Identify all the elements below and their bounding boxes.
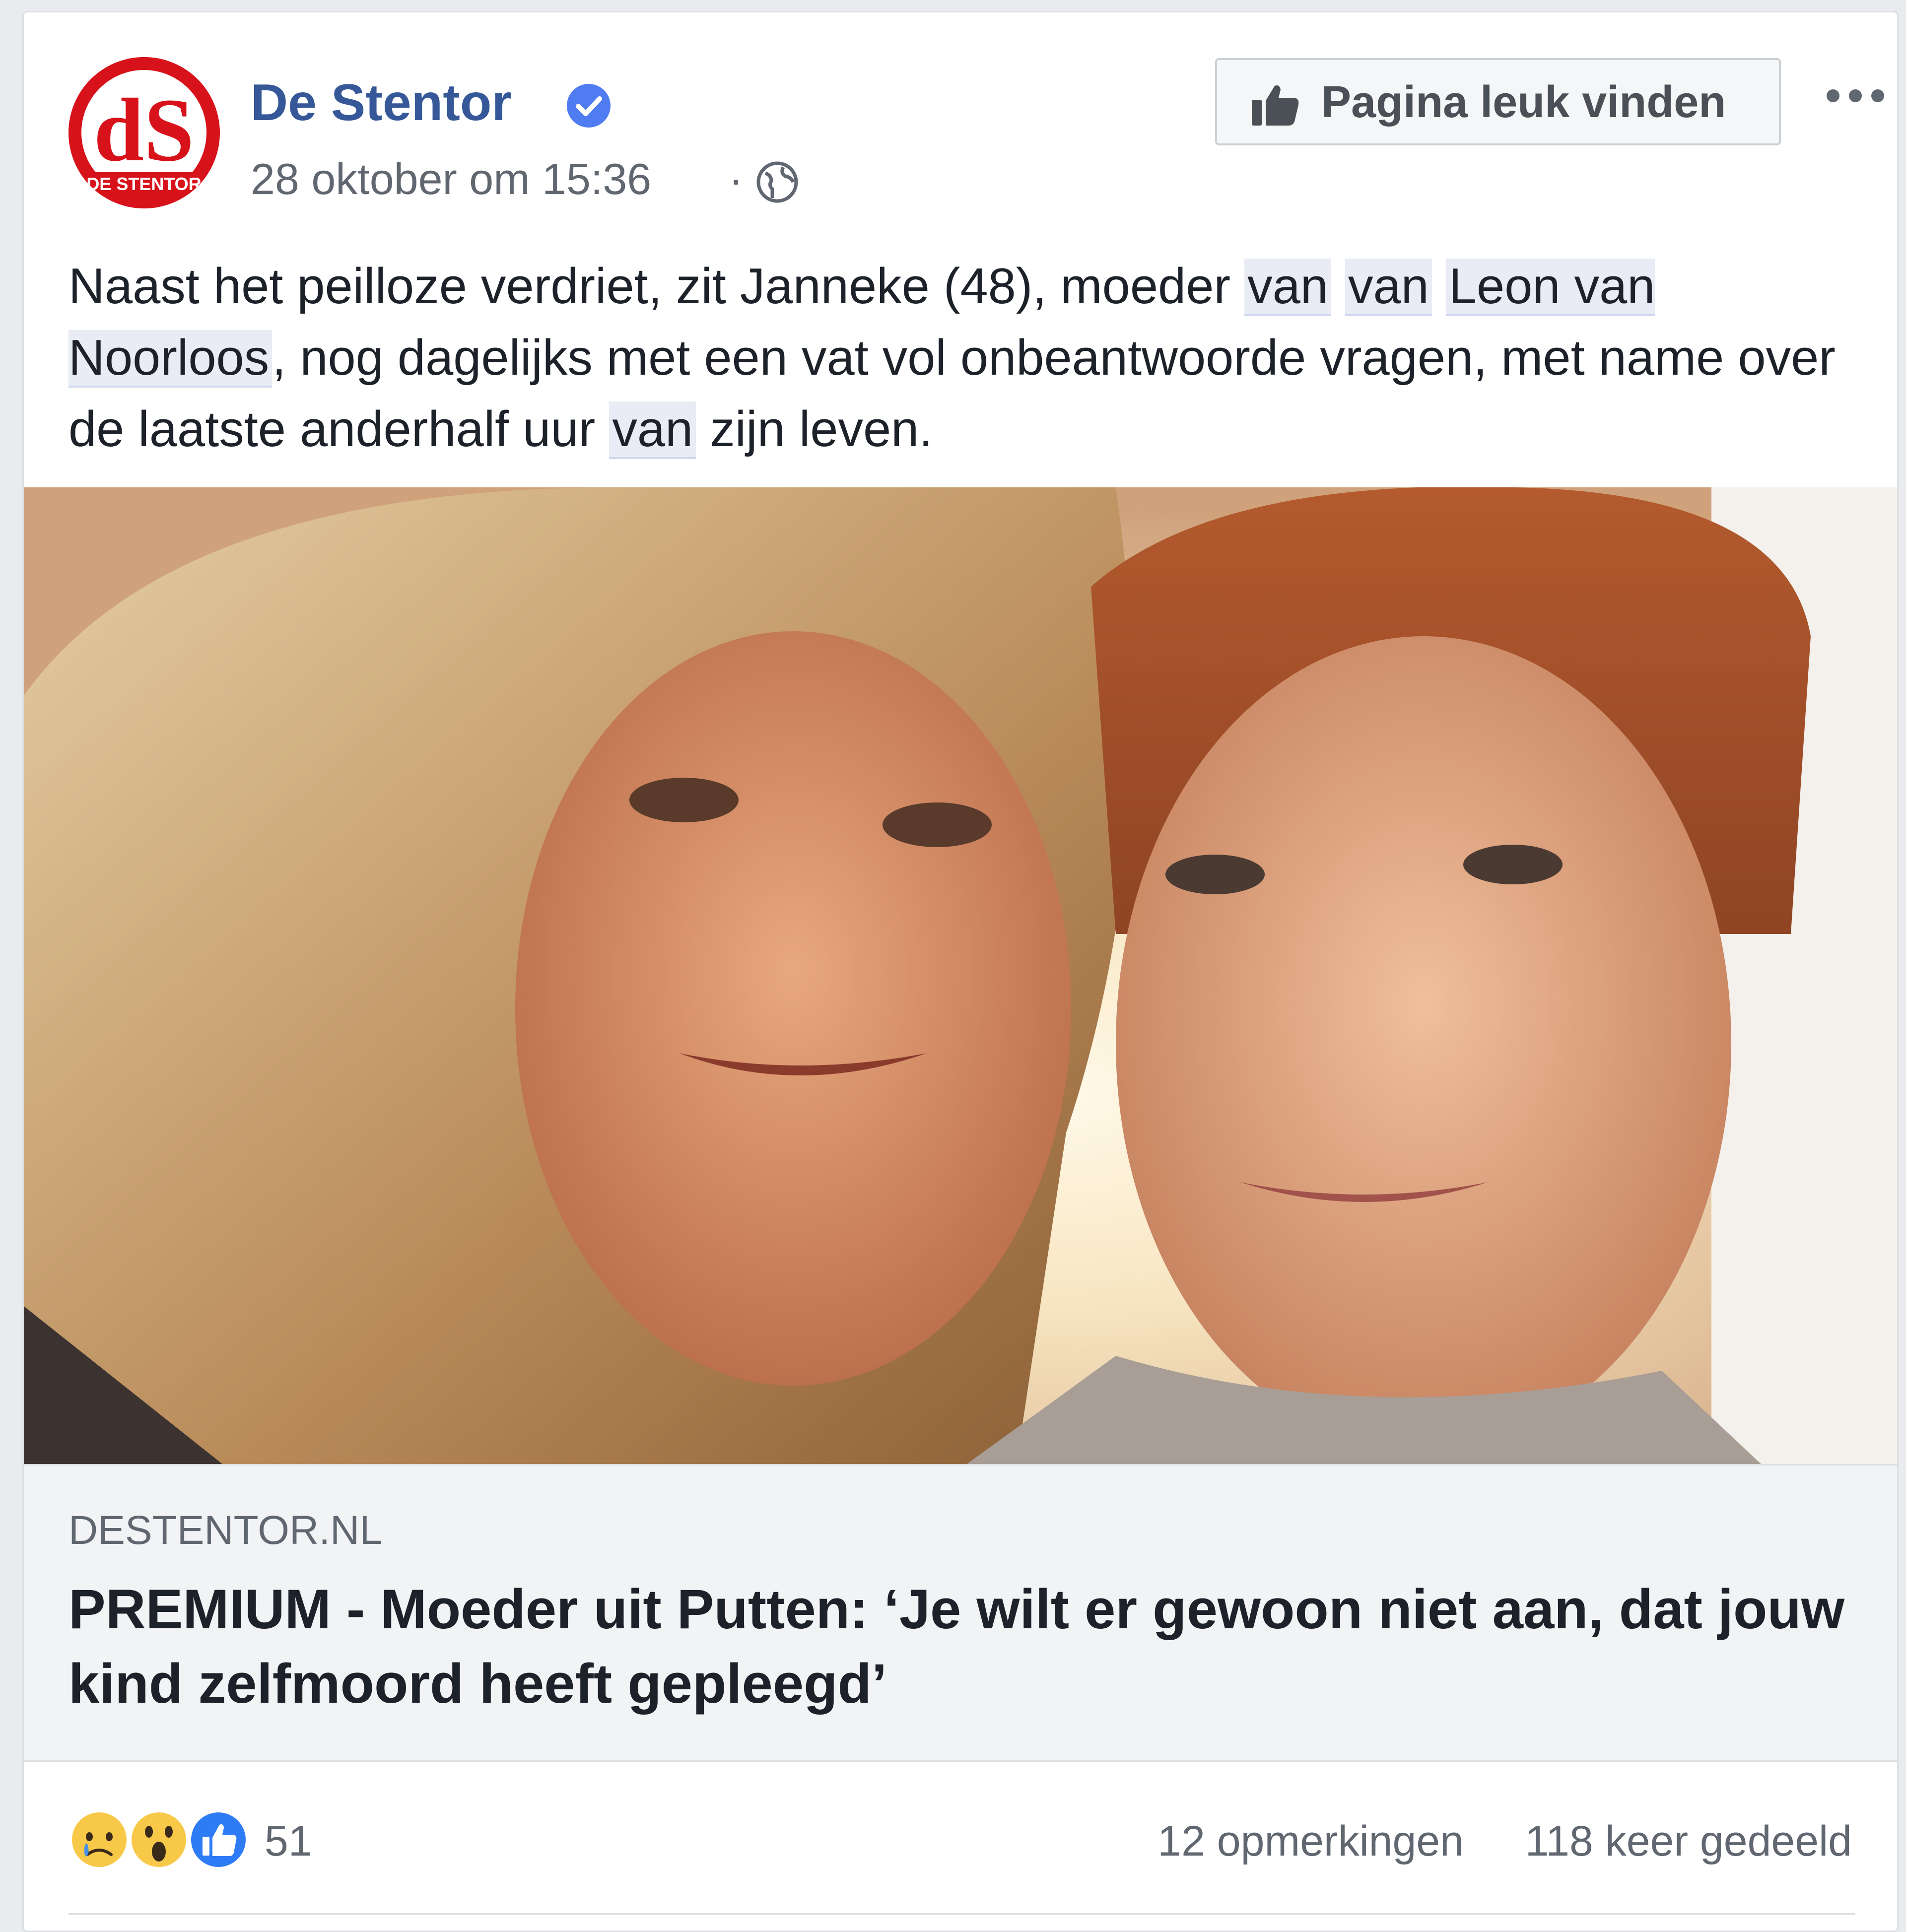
post-photo[interactable] xyxy=(24,487,1897,1464)
de-stentor-logo: dS DE STENTOR xyxy=(68,57,220,208)
timestamp-separator: · xyxy=(729,154,744,203)
like-reaction-icon xyxy=(188,1809,249,1870)
link-domain: DESTENTOR.NL xyxy=(68,1508,382,1553)
tag-link[interactable]: van xyxy=(609,401,696,459)
photo-illustration xyxy=(24,487,1897,1464)
post-text-part1: Naast het peilloze verdriet, zit Janneke… xyxy=(68,259,1245,314)
divider xyxy=(68,1913,1855,1915)
like-page-button[interactable]: Pagina leuk vinden xyxy=(1215,58,1781,145)
thumbs-up-icon xyxy=(1252,85,1299,126)
comments-count-link[interactable]: 12 opmerkingen xyxy=(1157,1820,1464,1863)
reaction-count: 51 xyxy=(265,1817,312,1865)
shares-count-link[interactable]: 118 keer gedeeld xyxy=(1525,1820,1852,1863)
wow-reaction-icon xyxy=(129,1809,189,1870)
post-message: Naast het peilloze verdriet, zit Janneke… xyxy=(68,251,1875,465)
post-timestamp[interactable]: 28 oktober om 15:36 xyxy=(251,157,651,201)
page-avatar[interactable]: dS DE STENTOR xyxy=(68,57,220,208)
link-title[interactable]: PREMIUM - Moeder uit Putten: ‘Je wilt er… xyxy=(68,1572,1855,1721)
avatar-caption: DE STENTOR xyxy=(86,174,201,194)
facebook-post: dS DE STENTOR De Stentor 28 oktober om 1… xyxy=(22,11,1899,1932)
like-page-label: Pagina leuk vinden xyxy=(1321,77,1726,127)
post-text-part2: , nog dagelijks met een vat vol onbeantw… xyxy=(68,330,1836,457)
globe-icon[interactable] xyxy=(754,159,800,205)
avatar-letters: dS xyxy=(94,80,194,180)
sad-reaction-icon xyxy=(69,1809,130,1870)
tag-link[interactable]: van xyxy=(1244,259,1331,316)
post-text-part3: zijn leven. xyxy=(696,401,933,457)
verified-badge-icon xyxy=(567,84,611,128)
link-preview[interactable]: DESTENTOR.NL PREMIUM - Moeder uit Putten… xyxy=(24,1464,1897,1762)
tag-link[interactable]: van xyxy=(1345,259,1432,316)
page-name-link[interactable]: De Stentor xyxy=(251,77,512,129)
more-options-icon[interactable] xyxy=(1823,86,1888,106)
